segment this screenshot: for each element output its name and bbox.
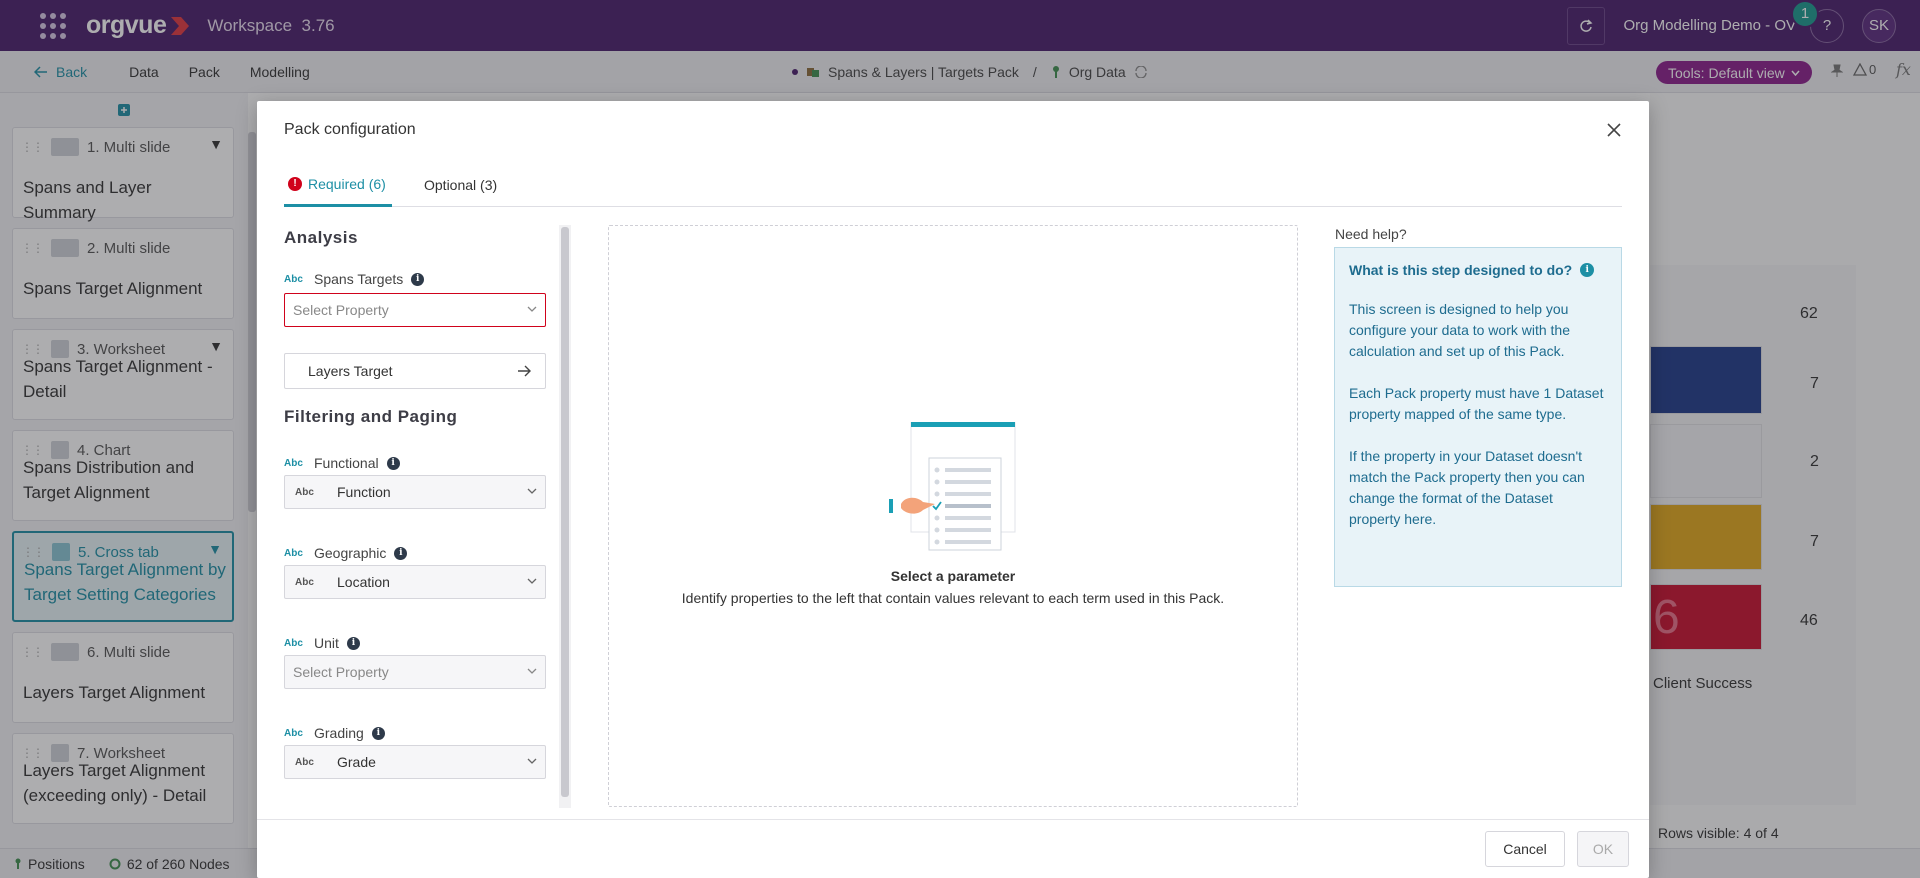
grading-select[interactable]: Abc Grade bbox=[284, 745, 546, 779]
text-type-icon: Abc bbox=[284, 637, 303, 649]
help-paragraph-3: If the property in your Dataset doesn't … bbox=[1349, 448, 1585, 527]
chevron-down-icon bbox=[527, 758, 537, 764]
text-type-icon: Abc bbox=[284, 727, 303, 739]
select-value: Location bbox=[337, 574, 390, 590]
parameter-detail-panel: Select a parameter Identify properties t… bbox=[608, 225, 1298, 807]
select-placeholder: Select Property bbox=[293, 302, 389, 318]
field-label-text: Spans Targets bbox=[314, 271, 404, 287]
text-type-icon: Abc bbox=[295, 486, 314, 498]
error-icon: ! bbox=[288, 176, 302, 191]
help-card: What is this step designed to do? i This… bbox=[1334, 247, 1622, 587]
spans-targets-select[interactable]: Select Property bbox=[284, 293, 546, 327]
tab-optional[interactable]: Optional (3) bbox=[424, 163, 497, 207]
select-parameter-illustration bbox=[889, 422, 1016, 551]
geographic-label: Abc Geographic i bbox=[284, 545, 546, 561]
config-tabs: ! Required (6) Optional (3) bbox=[284, 163, 1622, 207]
cancel-button[interactable]: Cancel bbox=[1485, 831, 1565, 867]
text-type-icon: Abc bbox=[284, 457, 303, 469]
ok-button[interactable]: OK bbox=[1577, 831, 1629, 867]
info-icon[interactable]: i bbox=[386, 456, 400, 470]
info-icon[interactable]: i bbox=[346, 636, 360, 650]
dialog-footer: Cancel OK bbox=[257, 819, 1649, 878]
field-label-text: Unit bbox=[314, 635, 339, 651]
text-type-icon: Abc bbox=[295, 576, 314, 588]
analysis-heading: Analysis bbox=[284, 228, 358, 247]
unit-label: Abc Unit i bbox=[284, 635, 546, 651]
info-icon[interactable]: i bbox=[394, 546, 408, 560]
info-icon: i bbox=[1580, 263, 1595, 277]
info-icon[interactable]: i bbox=[411, 272, 425, 286]
help-paragraph-2: Each Pack property must have 1 Dataset p… bbox=[1349, 385, 1604, 422]
arrow-right-icon bbox=[518, 365, 531, 377]
layers-target-label: Layers Target bbox=[308, 363, 393, 379]
tab-required[interactable]: ! Required (6) bbox=[284, 163, 392, 207]
help-paragraph-1: This screen is designed to help you conf… bbox=[1349, 301, 1571, 359]
empty-state-title: Select a parameter bbox=[890, 568, 1016, 584]
tab-required-label: Required (6) bbox=[308, 175, 386, 192]
functional-select[interactable]: Abc Function bbox=[284, 475, 546, 509]
geographic-select[interactable]: Abc Location bbox=[284, 565, 546, 599]
grading-label: Abc Grading i bbox=[284, 725, 546, 741]
text-type-icon: Abc bbox=[295, 756, 314, 768]
properties-scrollbar[interactable] bbox=[559, 225, 571, 808]
chevron-down-icon bbox=[527, 306, 537, 312]
select-value: Function bbox=[337, 484, 391, 500]
help-question: What is this step designed to do? i bbox=[1349, 262, 1607, 278]
functional-label: Abc Functional i bbox=[284, 455, 546, 471]
chevron-down-icon bbox=[527, 578, 537, 584]
select-value: Grade bbox=[337, 754, 376, 770]
spans-targets-label: Abc Spans Targets i bbox=[284, 271, 546, 287]
info-icon[interactable]: i bbox=[371, 726, 385, 740]
scrollbar-thumb[interactable] bbox=[561, 227, 569, 797]
help-question-text: What is this step designed to do? bbox=[1349, 262, 1573, 278]
need-help-heading: Need help? bbox=[1335, 226, 1407, 242]
properties-list: Analysis Abc Spans Targets i Select Prop… bbox=[284, 225, 546, 805]
pack-configuration-dialog: Pack configuration ! Required (6) Option… bbox=[257, 101, 1649, 878]
layers-target-row[interactable]: Layers Target bbox=[284, 353, 546, 389]
text-type-icon: Abc bbox=[284, 547, 303, 559]
dialog-title: Pack configuration bbox=[284, 121, 416, 138]
field-label-text: Grading bbox=[314, 725, 364, 741]
empty-state-subtitle: Identify properties to the left that con… bbox=[681, 590, 1225, 606]
field-label-text: Functional bbox=[314, 455, 379, 471]
chevron-down-icon bbox=[527, 488, 537, 494]
chevron-down-icon bbox=[527, 668, 537, 674]
unit-select[interactable]: Select Property bbox=[284, 655, 546, 689]
text-type-icon: Abc bbox=[284, 273, 303, 285]
close-icon[interactable] bbox=[1605, 121, 1623, 139]
select-placeholder: Select Property bbox=[293, 664, 389, 680]
field-label-text: Geographic bbox=[314, 545, 387, 561]
filtering-heading: Filtering and Paging bbox=[284, 407, 458, 426]
